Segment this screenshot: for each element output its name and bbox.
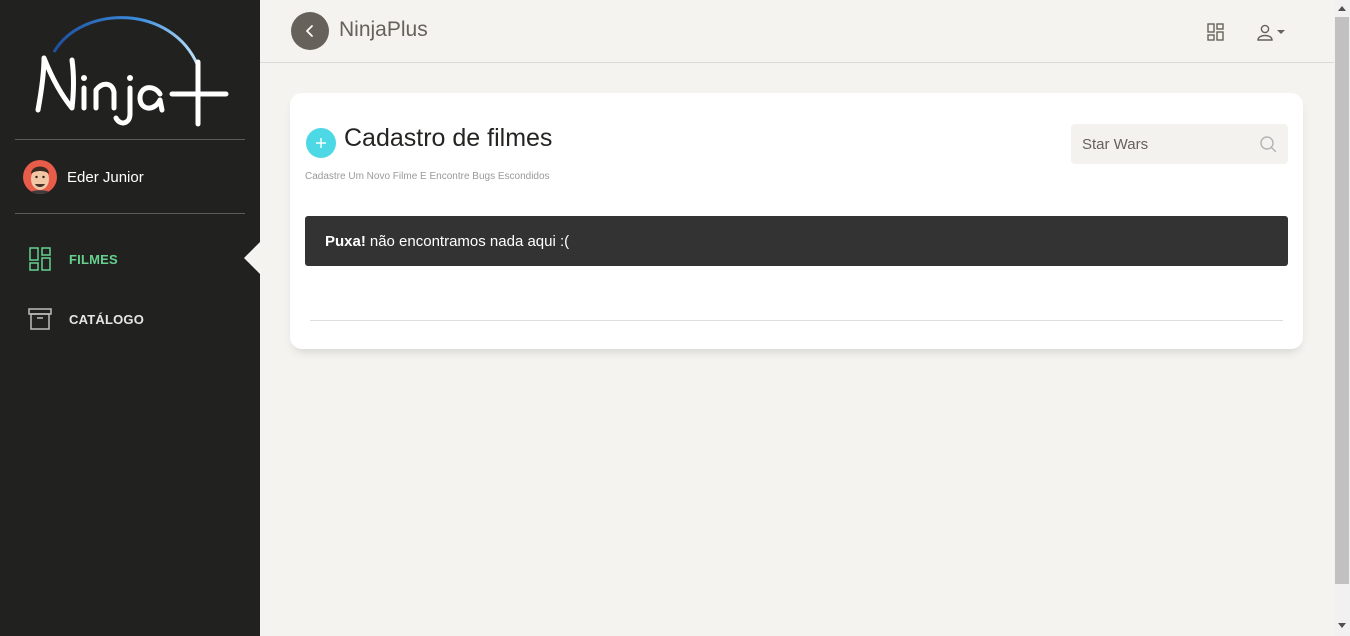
page-scrollbar[interactable]	[1334, 0, 1350, 636]
scroll-down-arrow[interactable]	[1338, 623, 1346, 628]
archive-icon	[28, 308, 52, 330]
search-icon[interactable]	[1259, 135, 1277, 153]
page-subtitle: Cadastre Um Novo Filme E Encontre Bugs E…	[305, 171, 550, 182]
alert-title: Puxa!	[325, 232, 366, 250]
scroll-up-arrow[interactable]	[1338, 6, 1346, 11]
dashboard-icon	[29, 247, 51, 271]
scroll-thumb[interactable]	[1335, 17, 1349, 584]
search-input[interactable]	[1071, 124, 1251, 164]
sidebar: Eder Junior FILMES CATÁLOGO	[0, 0, 260, 636]
plus-icon	[316, 138, 326, 148]
back-button[interactable]	[291, 12, 329, 50]
chevron-left-icon	[306, 25, 313, 37]
user-profile[interactable]: Eder Junior	[23, 160, 144, 194]
user-name: Eder Junior	[67, 168, 144, 186]
page-title: Cadastro de filmes	[344, 124, 553, 152]
alert-message: não encontramos nada aqui :(	[369, 232, 570, 250]
user-icon	[1257, 24, 1273, 41]
user-menu-button[interactable]	[1256, 22, 1286, 42]
caret-down-icon	[1277, 30, 1285, 34]
navbar-brand[interactable]: NinjaPlus	[339, 18, 428, 42]
dashboard-icon[interactable]	[1206, 22, 1226, 42]
sidebar-item-label: FILMES	[69, 251, 118, 267]
movies-card: Cadastro de filmes Cadastre Um Novo Film…	[290, 93, 1303, 349]
card-divider	[310, 320, 1283, 321]
sidebar-divider	[15, 139, 245, 140]
ninja-plus-logo[interactable]	[22, 8, 234, 132]
avatar	[23, 160, 57, 194]
sidebar-item-filmes[interactable]: FILMES	[28, 246, 118, 272]
empty-result-alert: Puxa! não encontramos nada aqui :(	[305, 216, 1288, 266]
sidebar-divider	[15, 213, 245, 214]
search-box	[1071, 124, 1288, 164]
sidebar-item-catalogo[interactable]: CATÁLOGO	[28, 306, 144, 332]
navbar: NinjaPlus	[260, 0, 1334, 63]
sidebar-item-label: CATÁLOGO	[69, 311, 145, 327]
add-movie-button[interactable]	[306, 128, 336, 158]
active-indicator	[244, 242, 260, 274]
